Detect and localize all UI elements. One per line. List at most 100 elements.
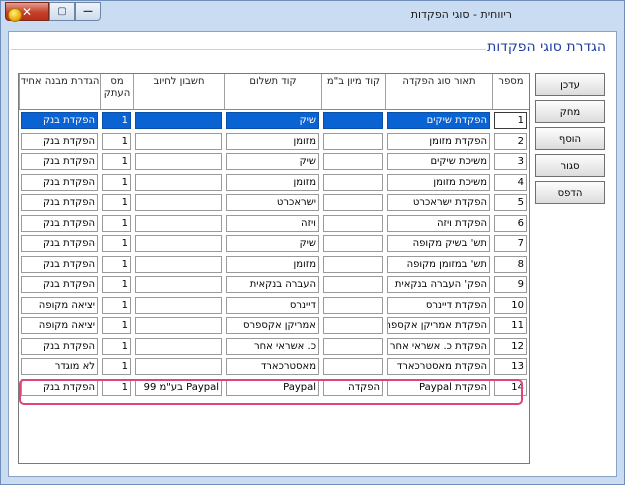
col-account-cell[interactable] bbox=[133, 110, 224, 131]
table-row[interactable]: 6 הפקדת ויזה ויזה 1 הפקדת בנק bbox=[19, 213, 529, 234]
table-row[interactable]: 8 תש' במזומן מקופה מזומן 1 הפקדת בנק bbox=[19, 254, 529, 275]
col-number-cell[interactable]: 6 bbox=[492, 213, 529, 234]
title-bar[interactable]: ✕ ▢ — ריווחית - סוגי הפקדות bbox=[1, 1, 624, 31]
col-description-cell[interactable]: הפקדת ויזה bbox=[385, 213, 492, 234]
col-payment-code-cell[interactable]: שיק bbox=[224, 151, 321, 172]
col-format-cell[interactable]: הפקדת בנק bbox=[19, 192, 100, 213]
col-sort-code-cell[interactable] bbox=[321, 254, 385, 275]
deposit-types-table[interactable]: מספר תאור סוג הפקדה קוד מיון ב"מ קוד תשלום ח… bbox=[18, 73, 530, 464]
col-format-cell[interactable]: הפקדת בנק bbox=[19, 274, 100, 295]
col-description-cell[interactable]: הפקדת Paypal bbox=[385, 377, 492, 398]
col-format-cell[interactable]: יציאה מקופה bbox=[19, 295, 100, 316]
col-format-cell[interactable]: הפקדת בנק bbox=[19, 377, 100, 398]
table-row[interactable]: 4 משיכת מזומן מזומן 1 הפקדת בנק bbox=[19, 172, 529, 193]
col-copies-cell[interactable]: 1 bbox=[100, 295, 133, 316]
col-description-cell[interactable]: תש' בשיק מקופה bbox=[385, 233, 492, 254]
col-number-cell[interactable]: 2 bbox=[492, 131, 529, 152]
col-number-cell[interactable]: 1 bbox=[492, 110, 529, 131]
col-number-cell[interactable]: 13 bbox=[492, 356, 529, 377]
col-copies-cell[interactable]: 1 bbox=[100, 336, 133, 357]
col-payment-code-cell[interactable]: ויזה bbox=[224, 213, 321, 234]
maximize-button[interactable]: ▢ bbox=[49, 2, 75, 21]
col-payment-code-cell[interactable]: ישראכרט bbox=[224, 192, 321, 213]
col-account-cell[interactable] bbox=[133, 192, 224, 213]
close-dialog-button[interactable]: סגור bbox=[535, 154, 605, 177]
header-col-description[interactable]: תאור סוג הפקדה bbox=[385, 74, 492, 110]
col-number-cell[interactable]: 5 bbox=[492, 192, 529, 213]
col-copies-cell[interactable]: 1 bbox=[100, 233, 133, 254]
col-number-cell[interactable]: 3 bbox=[492, 151, 529, 172]
col-account-cell[interactable] bbox=[133, 315, 224, 336]
col-sort-code-cell[interactable] bbox=[321, 110, 385, 131]
col-payment-code-cell[interactable]: דיינרס bbox=[224, 295, 321, 316]
col-copies-cell[interactable]: 1 bbox=[100, 192, 133, 213]
col-sort-code-cell[interactable] bbox=[321, 151, 385, 172]
col-number-cell[interactable]: 12 bbox=[492, 336, 529, 357]
col-format-cell[interactable]: הפקדת בנק bbox=[19, 172, 100, 193]
print-button[interactable]: הדפס bbox=[535, 181, 605, 204]
delete-button[interactable]: מחק bbox=[535, 100, 605, 123]
table-row[interactable]: 2 הפקדת מזומן מזומן 1 הפקדת בנק bbox=[19, 131, 529, 152]
table-row[interactable]: 9 הפק' העברה בנקאית העברה בנקאית 1 הפקדת בנק bbox=[19, 274, 529, 295]
col-description-cell[interactable]: הפקדת אמריקן אקספר bbox=[385, 315, 492, 336]
col-sort-code-cell[interactable] bbox=[321, 172, 385, 193]
table-row[interactable]: 5 הפקדת ישראכרט ישראכרט 1 הפקדת בנק bbox=[19, 192, 529, 213]
col-account-cell[interactable] bbox=[133, 213, 224, 234]
col-description-cell[interactable]: הפקדת מאסטרכארד bbox=[385, 356, 492, 377]
update-button[interactable]: עדכן bbox=[535, 73, 605, 96]
table-row[interactable]: 14 הפקדת Paypal הפקדה Paypal Paypal בע"מ 99 1… bbox=[19, 377, 529, 398]
col-sort-code-cell[interactable] bbox=[321, 295, 385, 316]
col-sort-code-cell[interactable] bbox=[321, 315, 385, 336]
col-payment-code-cell[interactable]: שיק bbox=[224, 110, 321, 131]
col-payment-code-cell[interactable]: שיק bbox=[224, 233, 321, 254]
col-format-cell[interactable]: הפקדת בנק bbox=[19, 110, 100, 131]
table-row[interactable]: 11 הפקדת אמריקן אקספר אמריקן אקספרס 1 יציאה … bbox=[19, 315, 529, 336]
col-account-cell[interactable] bbox=[133, 172, 224, 193]
table-row[interactable]: 7 תש' בשיק מקופה שיק 1 הפקדת בנק bbox=[19, 233, 529, 254]
col-payment-code-cell[interactable]: מזומן bbox=[224, 172, 321, 193]
minimize-button[interactable]: — bbox=[75, 2, 101, 21]
col-account-cell[interactable] bbox=[133, 336, 224, 357]
col-payment-code-cell[interactable]: העברה בנקאית bbox=[224, 274, 321, 295]
col-account-cell[interactable] bbox=[133, 295, 224, 316]
col-format-cell[interactable]: לא מוגדר bbox=[19, 356, 100, 377]
header-col-format[interactable]: הגדרת מבנה אחיד bbox=[19, 74, 100, 110]
col-payment-code-cell[interactable]: מזומן bbox=[224, 254, 321, 275]
col-copies-cell[interactable]: 1 bbox=[100, 356, 133, 377]
col-copies-cell[interactable]: 1 bbox=[100, 274, 133, 295]
col-description-cell[interactable]: הפקדת מזומן bbox=[385, 131, 492, 152]
col-sort-code-cell[interactable]: הפקדה bbox=[321, 377, 385, 398]
col-payment-code-cell[interactable]: Paypal bbox=[224, 377, 321, 398]
col-sort-code-cell[interactable] bbox=[321, 336, 385, 357]
col-description-cell[interactable]: הפקדת דיינרס bbox=[385, 295, 492, 316]
col-number-cell[interactable]: 14 bbox=[492, 377, 529, 398]
col-format-cell[interactable]: הפקדת בנק bbox=[19, 336, 100, 357]
col-copies-cell[interactable]: 1 bbox=[100, 131, 133, 152]
col-format-cell[interactable]: הפקדת בנק bbox=[19, 233, 100, 254]
table-row[interactable]: 10 הפקדת דיינרס דיינרס 1 יציאה מקופה bbox=[19, 295, 529, 316]
table-row[interactable]: 12 הפקדת כ. אשראי אחר כ. אשראי אחר 1 הפקדת ב… bbox=[19, 336, 529, 357]
header-col-number[interactable]: מספר bbox=[492, 74, 529, 110]
col-account-cell[interactable] bbox=[133, 356, 224, 377]
table-row[interactable]: 1 הפקדת שיקים שיק 1 הפקדת בנק bbox=[19, 110, 529, 131]
col-sort-code-cell[interactable] bbox=[321, 213, 385, 234]
col-number-cell[interactable]: 8 bbox=[492, 254, 529, 275]
col-copies-cell[interactable]: 1 bbox=[100, 315, 133, 336]
col-account-cell[interactable] bbox=[133, 233, 224, 254]
col-account-cell[interactable] bbox=[133, 131, 224, 152]
col-description-cell[interactable]: משיכת מזומן bbox=[385, 172, 492, 193]
col-copies-cell[interactable]: 1 bbox=[100, 213, 133, 234]
header-col-account[interactable]: חשבון לחיוב bbox=[133, 74, 224, 110]
col-account-cell[interactable] bbox=[133, 274, 224, 295]
col-description-cell[interactable]: הפקדת שיקים bbox=[385, 110, 492, 131]
col-sort-code-cell[interactable] bbox=[321, 356, 385, 377]
col-sort-code-cell[interactable] bbox=[321, 233, 385, 254]
col-number-cell[interactable]: 7 bbox=[492, 233, 529, 254]
col-sort-code-cell[interactable] bbox=[321, 131, 385, 152]
add-button[interactable]: הוסף bbox=[535, 127, 605, 150]
col-payment-code-cell[interactable]: כ. אשראי אחר bbox=[224, 336, 321, 357]
col-format-cell[interactable]: הפקדת בנק bbox=[19, 213, 100, 234]
col-number-cell[interactable]: 9 bbox=[492, 274, 529, 295]
col-format-cell[interactable]: יציאה מקופה bbox=[19, 315, 100, 336]
col-account-cell[interactable] bbox=[133, 151, 224, 172]
